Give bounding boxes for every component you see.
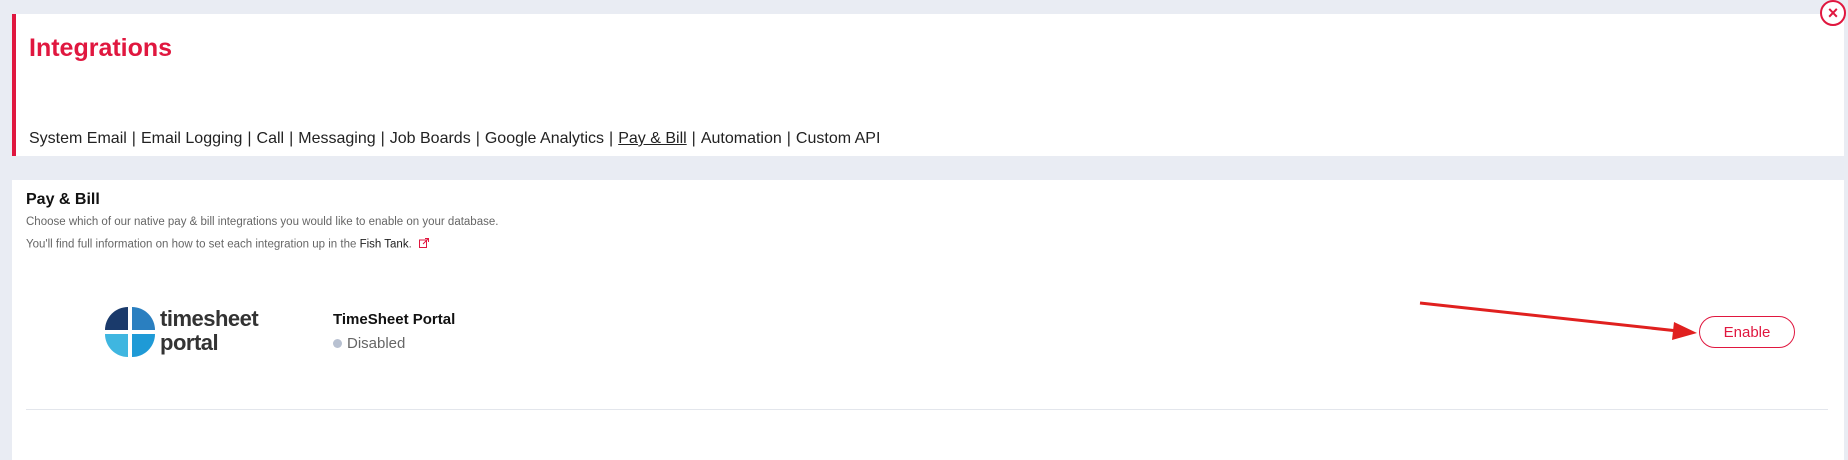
nav-separator: | (289, 130, 294, 147)
pay-bill-panel: Pay & Bill Choose which of our native pa… (12, 180, 1844, 460)
nav-separator: | (475, 130, 480, 147)
info-prefix: You'll find full information on how to s… (26, 238, 357, 251)
status-dot-icon (333, 339, 342, 348)
section-description: Choose which of our native pay & bill in… (26, 216, 499, 228)
integration-nav: System Email | Email Logging | Call | Messagin… (29, 130, 880, 148)
nav-email-logging[interactable]: Email Logging (141, 130, 242, 147)
close-icon: × (1827, 2, 1839, 23)
timesheet-portal-logo: timesheet portal (104, 306, 264, 366)
nav-separator: | (131, 130, 136, 147)
close-button[interactable]: × (1820, 0, 1846, 26)
status-text: Disabled (347, 335, 406, 352)
nav-system-email[interactable]: System Email (29, 130, 127, 147)
nav-separator: | (609, 130, 614, 147)
info-suffix: . (408, 238, 412, 251)
nav-pay-and-bill[interactable]: Pay & Bill (618, 130, 686, 147)
nav-automation[interactable]: Automation (701, 130, 782, 147)
nav-google-analytics[interactable]: Google Analytics (485, 130, 604, 147)
page-title: Integrations (29, 34, 173, 62)
integration-name: TimeSheet Portal (333, 311, 456, 328)
section-info: You'll find full information on how to s… (26, 238, 429, 251)
nav-separator: | (247, 130, 252, 147)
nav-messaging[interactable]: Messaging (298, 130, 375, 147)
header-card: Integrations System Email | Email Logging |… (12, 14, 1844, 156)
section-title: Pay & Bill (26, 191, 100, 208)
nav-separator: | (691, 130, 696, 147)
integration-status: Disabled (333, 335, 405, 352)
logo-wordmark: timesheet portal (160, 306, 259, 355)
nav-separator: | (380, 130, 385, 147)
nav-custom-api[interactable]: Custom API (796, 130, 880, 147)
logo-mark-icon (105, 307, 155, 357)
external-link-icon[interactable] (419, 238, 429, 251)
nav-call[interactable]: Call (257, 130, 285, 147)
logo-line-1: timesheet (160, 306, 259, 331)
row-divider (26, 409, 1828, 410)
nav-separator: | (786, 130, 791, 147)
fish-tank-link[interactable]: Fish Tank (360, 239, 409, 251)
logo-line-2: portal (160, 330, 219, 355)
nav-job-boards[interactable]: Job Boards (390, 130, 471, 147)
enable-button[interactable]: Enable (1699, 316, 1795, 348)
